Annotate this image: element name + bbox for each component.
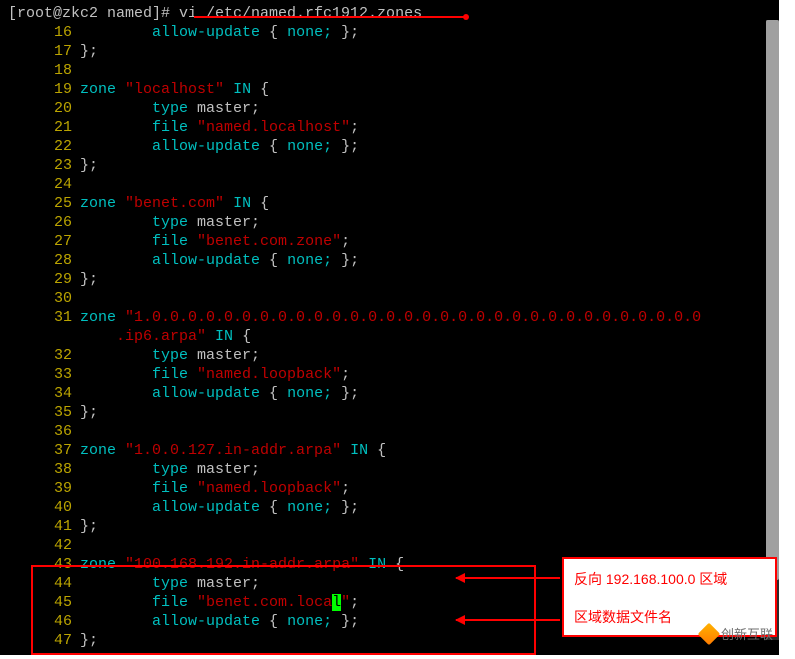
- line-number: 27: [8, 232, 80, 251]
- scrollbar-thumb[interactable]: [766, 20, 779, 580]
- line-number: 34: [8, 384, 80, 403]
- code-text: [80, 61, 89, 80]
- code-line: 32 type master;: [8, 346, 771, 365]
- code-line: 30: [8, 289, 771, 308]
- line-number: 18: [8, 61, 80, 80]
- code-text: type master;: [80, 213, 260, 232]
- annotation-text-1: 反向 192.168.100.0 区域: [574, 569, 765, 589]
- line-number: 33: [8, 365, 80, 384]
- code-text: allow-update { none; };: [80, 498, 359, 517]
- line-number: 35: [8, 403, 80, 422]
- code-text: allow-update { none; };: [80, 251, 359, 270]
- annotation-arrow-2: [456, 619, 560, 621]
- line-number: 40: [8, 498, 80, 517]
- code-text: };: [80, 156, 98, 175]
- line-number: 26: [8, 213, 80, 232]
- code-text: };: [80, 42, 98, 61]
- line-number: 42: [8, 536, 80, 555]
- code-line: 38 type master;: [8, 460, 771, 479]
- code-text: [80, 175, 89, 194]
- code-text: [80, 536, 89, 555]
- code-line: 42: [8, 536, 771, 555]
- line-number: 31: [8, 308, 80, 327]
- annotation-arrow-1: [456, 577, 560, 579]
- code-line: 25zone "benet.com" IN {: [8, 194, 771, 213]
- code-text: zone "localhost" IN {: [80, 80, 269, 99]
- code-text: [80, 422, 89, 441]
- code-line: 27 file "benet.com.zone";: [8, 232, 771, 251]
- code-line: 20 type master;: [8, 99, 771, 118]
- code-line: 23};: [8, 156, 771, 175]
- code-line: 33 file "named.loopback";: [8, 365, 771, 384]
- watermark-text: 创新互联: [721, 624, 773, 643]
- code-text: allow-update { none; };: [80, 384, 359, 403]
- code-text: .ip6.arpa" IN {: [80, 327, 251, 346]
- code-text: zone "1.0.0.0.0.0.0.0.0.0.0.0.0.0.0.0.0.…: [80, 308, 701, 327]
- code-line: 39 file "named.loopback";: [8, 479, 771, 498]
- code-text: file "named.loopback";: [80, 479, 350, 498]
- editor-content[interactable]: 16 allow-update { none; };17};18 19zone …: [8, 23, 771, 650]
- code-line: 40 allow-update { none; };: [8, 498, 771, 517]
- code-text: allow-update { none; };: [80, 23, 359, 42]
- code-text: };: [80, 270, 98, 289]
- line-number: 41: [8, 517, 80, 536]
- code-line: 22 allow-update { none; };: [8, 137, 771, 156]
- code-line: 16 allow-update { none; };: [8, 23, 771, 42]
- line-number: 30: [8, 289, 80, 308]
- code-line: 41};: [8, 517, 771, 536]
- code-text: allow-update { none; };: [80, 137, 359, 156]
- code-line: 17};: [8, 42, 771, 61]
- code-line: 31zone "1.0.0.0.0.0.0.0.0.0.0.0.0.0.0.0.…: [8, 308, 771, 327]
- line-number: 16: [8, 23, 80, 42]
- code-text: type master;: [80, 346, 260, 365]
- code-text: };: [80, 517, 98, 536]
- line-number: 19: [8, 80, 80, 99]
- code-line: 29};: [8, 270, 771, 289]
- line-number: 28: [8, 251, 80, 270]
- code-line: 26 type master;: [8, 213, 771, 232]
- line-number: 20: [8, 99, 80, 118]
- line-number: 25: [8, 194, 80, 213]
- line-number: 23: [8, 156, 80, 175]
- code-text: file "benet.com.zone";: [80, 232, 350, 251]
- line-number: 29: [8, 270, 80, 289]
- annotation-underline-end: [463, 14, 469, 20]
- code-line: .ip6.arpa" IN {: [8, 327, 771, 346]
- code-text: file "named.localhost";: [80, 118, 359, 137]
- line-number: 22: [8, 137, 80, 156]
- watermark-icon: [698, 622, 721, 645]
- code-text: file "named.loopback";: [80, 365, 350, 384]
- code-line: 36: [8, 422, 771, 441]
- code-line: 19zone "localhost" IN {: [8, 80, 771, 99]
- code-line: 34 allow-update { none; };: [8, 384, 771, 403]
- code-line: 35};: [8, 403, 771, 422]
- watermark: 创新互联: [701, 624, 773, 643]
- code-text: };: [80, 403, 98, 422]
- line-number: 39: [8, 479, 80, 498]
- code-text: type master;: [80, 99, 260, 118]
- shell-prompt: [root@zkc2 named]# vi /etc/named.rfc1912…: [8, 4, 771, 23]
- line-number: 32: [8, 346, 80, 365]
- code-text: zone "1.0.0.127.in-addr.arpa" IN {: [80, 441, 386, 460]
- line-number: 37: [8, 441, 80, 460]
- code-line: 28 allow-update { none; };: [8, 251, 771, 270]
- code-line: 21 file "named.localhost";: [8, 118, 771, 137]
- vertical-scrollbar[interactable]: [766, 20, 779, 640]
- line-number: 17: [8, 42, 80, 61]
- line-number: 24: [8, 175, 80, 194]
- line-number: 36: [8, 422, 80, 441]
- code-line: 37zone "1.0.0.127.in-addr.arpa" IN {: [8, 441, 771, 460]
- code-text: type master;: [80, 460, 260, 479]
- code-line: 24: [8, 175, 771, 194]
- line-number: 38: [8, 460, 80, 479]
- code-text: [80, 289, 89, 308]
- line-number: 21: [8, 118, 80, 137]
- code-text: zone "benet.com" IN {: [80, 194, 269, 213]
- code-line: 18: [8, 61, 771, 80]
- annotation-underline: [194, 16, 464, 18]
- line-number: [8, 327, 80, 346]
